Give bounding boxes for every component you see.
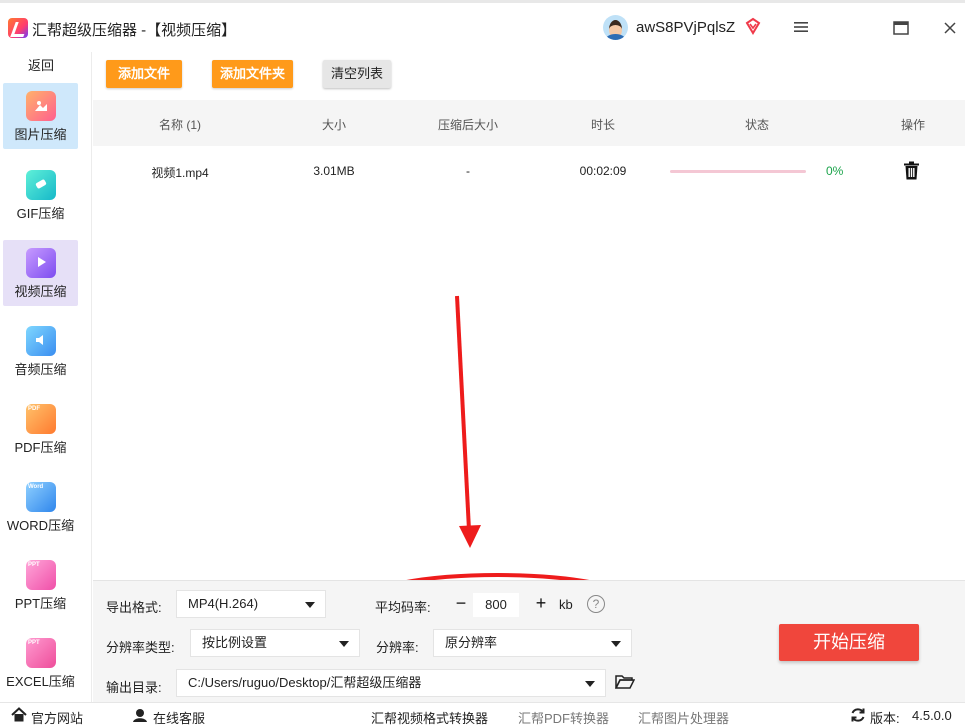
chevron-down-icon	[339, 641, 349, 647]
user-avatar[interactable]	[603, 15, 628, 40]
resolution-select[interactable]: 原分辨率	[433, 629, 632, 657]
open-folder-icon[interactable]	[615, 674, 635, 690]
output-dir-label: 输出目录:	[106, 680, 162, 695]
resolution-type-select[interactable]: 按比例设置	[190, 629, 360, 657]
help-icon[interactable]: ?	[587, 595, 605, 613]
resolution-type-label: 分辨率类型:	[106, 640, 175, 655]
sidebar-item-pdf[interactable]: PDF PDF压缩	[3, 396, 78, 462]
image-processor-link[interactable]: 汇帮图片处理器	[638, 708, 729, 727]
app-logo-icon	[8, 18, 28, 38]
sidebar-item-label: PDF压缩	[14, 440, 67, 455]
start-compress-button[interactable]: 开始压缩	[779, 624, 919, 661]
title-bar: 汇帮超级压缩器 -【视频压缩】 awS8PVjPqlsZ	[0, 0, 965, 52]
gif-icon	[26, 170, 56, 200]
online-support-link[interactable]: 在线客服	[153, 708, 205, 727]
clear-list-button[interactable]: 清空列表	[323, 60, 391, 88]
image-icon	[26, 91, 56, 121]
close-icon[interactable]	[943, 21, 957, 35]
column-header-size: 大小	[321, 118, 346, 132]
file-size: 3.01MB	[313, 164, 355, 178]
column-header-status: 状态	[744, 118, 769, 132]
add-folder-button[interactable]: 添加文件夹	[212, 60, 293, 88]
video-converter-link[interactable]: 汇帮视频格式转换器	[371, 708, 488, 727]
bitrate-unit: kb	[559, 597, 573, 612]
sidebar-item-gif[interactable]: GIF压缩	[3, 162, 78, 228]
sidebar-item-label: GIF压缩	[16, 206, 65, 221]
official-website-link[interactable]: 官方网站	[31, 708, 83, 727]
sidebar-item-image[interactable]: 图片压缩	[3, 83, 78, 149]
bitrate-increase-button[interactable]: +	[533, 592, 549, 614]
sidebar-item-label: 音频压缩	[14, 362, 67, 377]
column-header-compressed-size: 压缩后大小	[437, 118, 498, 132]
refresh-icon[interactable]	[850, 707, 866, 723]
sidebar-item-label: PPT压缩	[14, 596, 67, 611]
word-badge: Word	[28, 484, 44, 490]
pdf-icon: PDF	[26, 404, 56, 434]
column-header-duration: 时长	[590, 118, 615, 132]
progress-percent: 0%	[826, 164, 844, 178]
menu-icon[interactable]	[793, 21, 809, 33]
sidebar-item-label: 图片压缩	[14, 127, 67, 142]
sidebar-item-excel[interactable]: PPT EXCEL压缩	[3, 630, 78, 696]
ppt-badge: PPT	[28, 562, 40, 568]
file-duration: 00:02:09	[579, 164, 627, 178]
file-compressed-size: -	[466, 164, 470, 178]
pdf-badge: PDF	[28, 406, 40, 412]
sidebar-item-video[interactable]: 视频压缩	[3, 240, 78, 306]
chevron-down-icon	[611, 641, 621, 647]
format-label: 导出格式:	[106, 600, 162, 615]
pdf-converter-link[interactable]: 汇帮PDF转换器	[518, 708, 609, 727]
bitrate-decrease-button[interactable]: −	[453, 592, 469, 614]
maximize-icon[interactable]	[893, 21, 909, 35]
audio-icon	[26, 326, 56, 356]
file-name: 视频1.mp4	[151, 166, 209, 180]
sidebar-item-audio[interactable]: 音频压缩	[3, 318, 78, 384]
table-row[interactable]: 视频1.mp4 3.01MB - 00:02:09 0%	[93, 148, 965, 194]
resolution-label: 分辨率:	[376, 640, 419, 655]
window-title: 汇帮超级压缩器 -【视频压缩】	[32, 22, 237, 39]
username[interactable]: awS8PVjPqlsZ	[636, 19, 735, 36]
sidebar-item-word[interactable]: Word WORD压缩	[3, 474, 78, 540]
version-label: 版本:	[870, 711, 900, 726]
customer-service-icon	[133, 709, 147, 722]
video-icon	[26, 248, 56, 278]
delete-trash-icon[interactable]	[903, 161, 920, 180]
sidebar-item-label: 视频压缩	[14, 284, 67, 299]
file-table-header: 名称 (1) 大小 压缩后大小 时长 状态 操作	[93, 100, 965, 146]
sidebar-item-label: EXCEL压缩	[6, 674, 75, 689]
excel-badge: PPT	[28, 640, 40, 646]
output-dir-value: C:/Users/ruguo/Desktop/汇帮超级压缩器	[188, 675, 422, 690]
vip-diamond-icon[interactable]	[744, 17, 762, 35]
add-file-button[interactable]: 添加文件	[106, 60, 182, 88]
column-header-name: 名称 (1)	[158, 118, 201, 132]
format-value: MP4(H.264)	[188, 596, 259, 611]
format-select[interactable]: MP4(H.264)	[176, 590, 326, 618]
resolution-value: 原分辨率	[445, 635, 498, 650]
resolution-type-value: 按比例设置	[202, 635, 268, 650]
column-header-actions: 操作	[900, 118, 925, 132]
sidebar-item-label: WORD压缩	[6, 518, 75, 533]
bitrate-input[interactable]: 800	[473, 593, 519, 617]
sidebar-item-ppt[interactable]: PPT PPT压缩	[3, 552, 78, 618]
sidebar: 返回 图片压缩 GIF压缩 视频压缩 音频压缩 PDF PDF压缩 Word W…	[0, 52, 92, 702]
word-icon: Word	[26, 482, 56, 512]
back-link[interactable]: 返回	[0, 55, 82, 74]
excel-icon: PPT	[26, 638, 56, 668]
footer-bar: 官方网站 在线客服 汇帮视频格式转换器 汇帮PDF转换器 汇帮图片处理器 版本:…	[0, 702, 965, 728]
version-number: 4.5.0.0	[912, 708, 952, 723]
chevron-down-icon	[305, 602, 315, 608]
progress-bar	[670, 170, 806, 173]
bitrate-label: 平均码率:	[375, 600, 431, 615]
ppt-icon: PPT	[26, 560, 56, 590]
home-icon	[11, 707, 27, 722]
output-dir-select[interactable]: C:/Users/ruguo/Desktop/汇帮超级压缩器	[176, 669, 606, 697]
chevron-down-icon	[585, 681, 595, 687]
